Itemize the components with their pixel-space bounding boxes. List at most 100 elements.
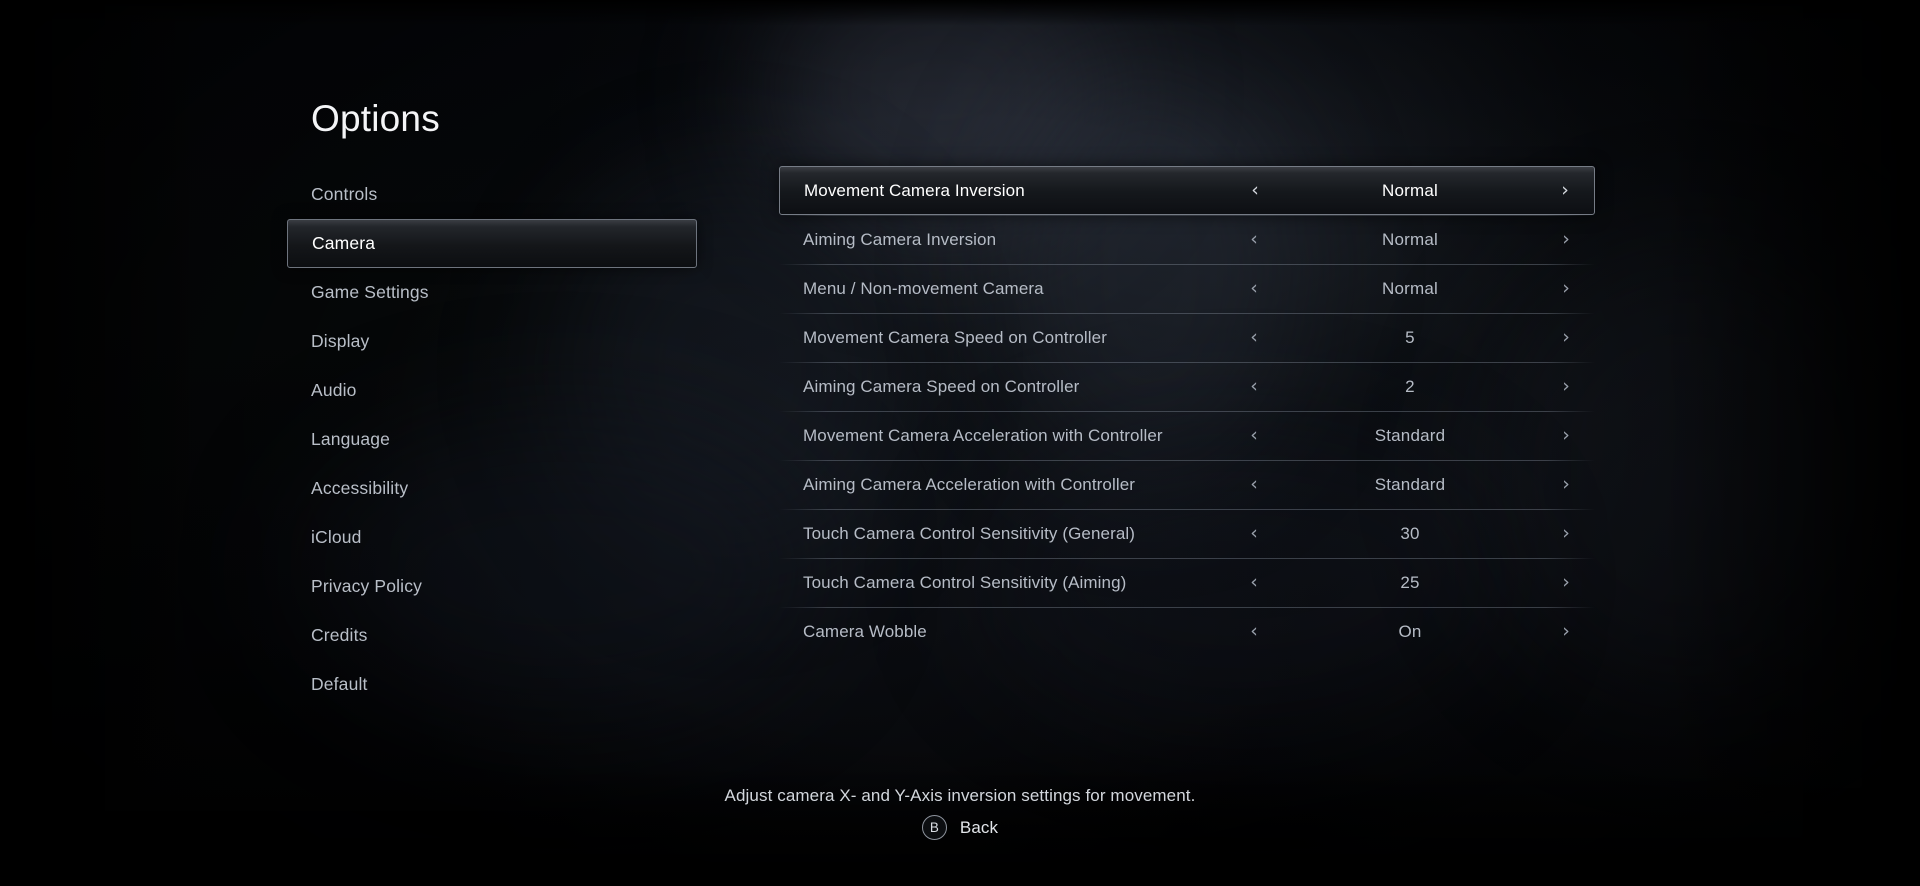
setting-stepper: ‹ 2 › [1237, 377, 1595, 397]
b-button-icon: B [921, 815, 947, 840]
setting-label: Touch Camera Control Sensitivity (Genera… [803, 523, 1136, 543]
row-separator [779, 313, 1595, 314]
sidebar-item-label: Controls [311, 184, 378, 204]
sidebar-item-label: iCloud [311, 527, 362, 547]
chevron-left-icon[interactable]: ‹ [1237, 573, 1271, 592]
chevron-left-icon[interactable]: ‹ [1238, 181, 1272, 200]
setting-stepper: ‹ Standard › [1237, 475, 1595, 495]
setting-stepper: ‹ 5 › [1237, 328, 1595, 348]
sidebar-item-label: Display [311, 331, 370, 351]
setting-row[interactable]: Movement Camera Acceleration with Contro… [779, 411, 1595, 460]
sidebar-item-label: Language [311, 429, 391, 449]
chevron-right-icon[interactable]: › [1548, 181, 1582, 200]
row-separator [779, 558, 1595, 559]
setting-label: Menu / Non-movement Camera [803, 278, 1044, 298]
chevron-right-icon[interactable]: › [1549, 328, 1583, 347]
sidebar-item-default[interactable]: Default [287, 660, 697, 709]
sidebar-item-camera[interactable]: Camera [287, 219, 697, 268]
setting-label: Movement Camera Acceleration with Contro… [803, 425, 1163, 445]
row-separator [779, 362, 1595, 363]
setting-value: On [1398, 621, 1422, 641]
setting-stepper: ‹ Normal › [1237, 230, 1595, 250]
setting-value: Normal [1382, 278, 1438, 298]
sidebar-item-label: Default [311, 674, 368, 694]
chevron-right-icon[interactable]: › [1549, 622, 1583, 641]
screen-edge-right [1660, 0, 1920, 886]
setting-row[interactable]: Movement Camera Speed on Controller ‹ 5 › [779, 313, 1595, 362]
setting-value: Standard [1374, 425, 1446, 445]
chevron-right-icon[interactable]: › [1549, 475, 1583, 494]
setting-value: Normal [1382, 229, 1438, 249]
setting-stepper: ‹ 30 › [1237, 524, 1595, 544]
sidebar-item-label: Accessibility [311, 478, 409, 498]
setting-value: Standard [1374, 474, 1446, 494]
sidebar-item-label: Privacy Policy [311, 576, 423, 596]
setting-value: Normal [1382, 180, 1438, 200]
letterbox-top [0, 0, 1920, 26]
sidebar-item-icloud[interactable]: iCloud [287, 513, 697, 562]
setting-stepper: ‹ Normal › [1238, 181, 1594, 201]
chevron-right-icon[interactable]: › [1549, 279, 1583, 298]
setting-row[interactable]: Aiming Camera Acceleration with Controll… [779, 460, 1595, 509]
sidebar-item-audio[interactable]: Audio [287, 366, 697, 415]
setting-label: Camera Wobble [803, 621, 927, 641]
sidebar-item-privacy-policy[interactable]: Privacy Policy [287, 562, 697, 611]
chevron-right-icon[interactable]: › [1549, 524, 1583, 543]
setting-value: 5 [1405, 327, 1415, 347]
setting-value: 30 [1400, 523, 1420, 543]
sidebar-item-accessibility[interactable]: Accessibility [287, 464, 697, 513]
screen-edge-left [0, 0, 210, 886]
setting-label: Aiming Camera Inversion [803, 229, 997, 249]
setting-row[interactable]: Touch Camera Control Sensitivity (Genera… [779, 509, 1595, 558]
options-screen: Options Controls Camera Game Settings Displ… [0, 0, 1920, 886]
setting-row[interactable]: Touch Camera Control Sensitivity (Aiming… [779, 558, 1595, 607]
setting-row[interactable]: Menu / Non-movement Camera ‹ Normal › [779, 264, 1595, 313]
chevron-left-icon[interactable]: ‹ [1237, 622, 1271, 641]
footer: Adjust camera X- and Y-Axis inversion se… [0, 786, 1920, 840]
sidebar-item-display[interactable]: Display [287, 317, 697, 366]
setting-row[interactable]: Aiming Camera Inversion ‹ Normal › [779, 215, 1595, 264]
camera-settings-list: Movement Camera Inversion ‹ Normal › Aiming … [779, 166, 1595, 656]
row-separator [779, 607, 1595, 608]
chevron-left-icon[interactable]: ‹ [1237, 426, 1271, 445]
chevron-right-icon[interactable]: › [1549, 573, 1583, 592]
setting-stepper: ‹ Normal › [1237, 279, 1595, 299]
sidebar-item-label: Credits [311, 625, 368, 645]
setting-stepper: ‹ Standard › [1237, 426, 1595, 446]
back-button[interactable]: B Back [921, 815, 999, 840]
sidebar-item-language[interactable]: Language [287, 415, 697, 464]
chevron-left-icon[interactable]: ‹ [1237, 328, 1271, 347]
setting-row[interactable]: Camera Wobble ‹ On › [779, 607, 1595, 656]
back-button-label: Back [959, 817, 999, 837]
sidebar-item-credits[interactable]: Credits [287, 611, 697, 660]
setting-value: 2 [1405, 376, 1415, 396]
setting-row[interactable]: Movement Camera Inversion ‹ Normal › [779, 166, 1595, 215]
setting-label: Aiming Camera Speed on Controller [803, 376, 1080, 396]
row-separator [779, 509, 1595, 510]
setting-label: Touch Camera Control Sensitivity (Aiming… [803, 572, 1127, 592]
setting-description: Adjust camera X- and Y-Axis inversion se… [724, 786, 1196, 805]
sidebar-item-controls[interactable]: Controls [287, 170, 697, 219]
options-category-list: Controls Camera Game Settings Display Audio L… [287, 170, 697, 709]
sidebar-item-label: Audio [311, 380, 357, 400]
chevron-left-icon[interactable]: ‹ [1237, 377, 1271, 396]
chevron-left-icon[interactable]: ‹ [1237, 524, 1271, 543]
setting-stepper: ‹ 25 › [1237, 573, 1595, 593]
chevron-left-icon[interactable]: ‹ [1237, 279, 1271, 298]
row-separator [779, 215, 1595, 216]
setting-stepper: ‹ On › [1237, 622, 1595, 642]
setting-label: Movement Camera Inversion [804, 180, 1025, 200]
row-separator [779, 411, 1595, 412]
chevron-right-icon[interactable]: › [1549, 230, 1583, 249]
setting-row[interactable]: Aiming Camera Speed on Controller ‹ 2 › [779, 362, 1595, 411]
sidebar-item-game-settings[interactable]: Game Settings [287, 268, 697, 317]
sidebar-item-label: Game Settings [311, 282, 429, 302]
chevron-right-icon[interactable]: › [1549, 426, 1583, 445]
chevron-left-icon[interactable]: ‹ [1237, 230, 1271, 249]
row-separator [779, 264, 1595, 265]
setting-label: Movement Camera Speed on Controller [803, 327, 1107, 347]
page-title: Options [311, 98, 440, 139]
chevron-left-icon[interactable]: ‹ [1237, 475, 1271, 494]
setting-label: Aiming Camera Acceleration with Controll… [803, 474, 1136, 494]
chevron-right-icon[interactable]: › [1549, 377, 1583, 396]
